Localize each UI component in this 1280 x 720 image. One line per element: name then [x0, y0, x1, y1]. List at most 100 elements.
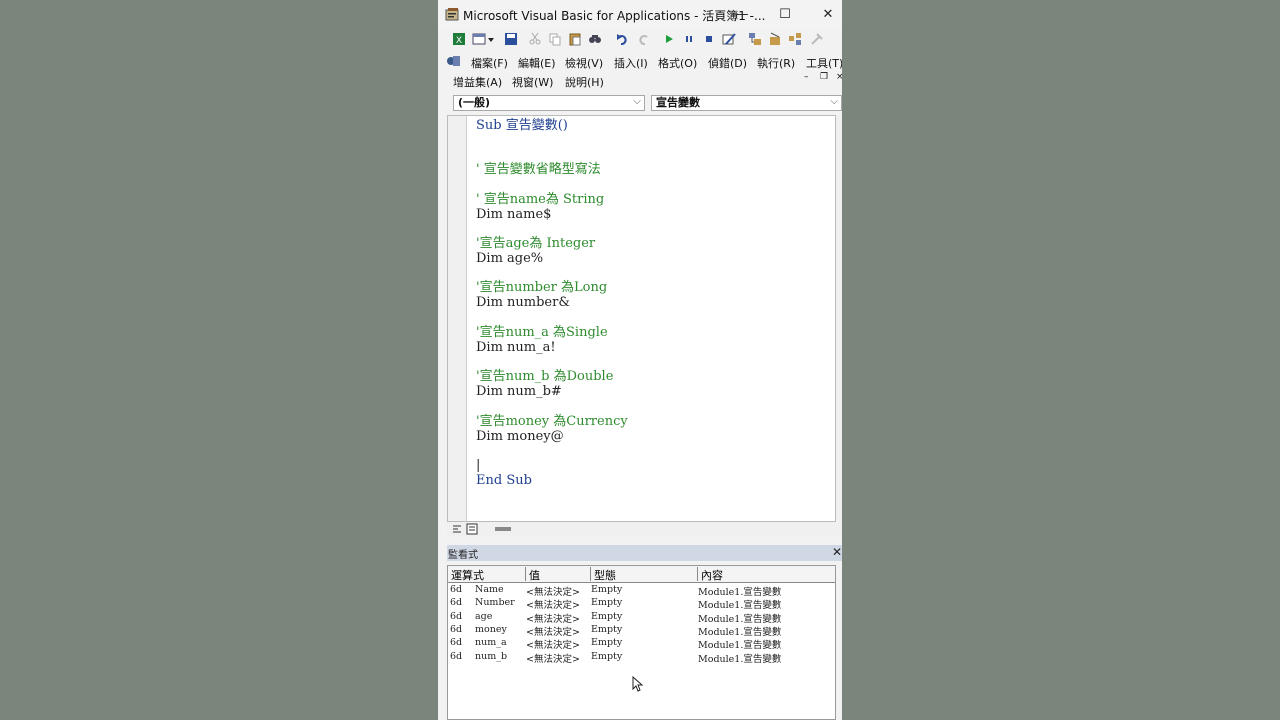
dropdown-arrow-icon[interactable] — [486, 32, 496, 46]
undo-icon[interactable] — [616, 32, 630, 46]
svg-text:X: X — [456, 36, 462, 46]
watch-row[interactable]: 6d num_a <無法決定> Empty Module1.宣告變數 — [448, 637, 835, 652]
column-header-context[interactable]: 內容 — [697, 567, 723, 582]
watch-expression: age — [475, 610, 493, 622]
mouse-pointer-icon — [632, 676, 644, 692]
excel-view-icon[interactable] — [445, 53, 461, 69]
cut-icon[interactable] — [528, 32, 542, 46]
mdi-close-icon[interactable]: × — [836, 72, 842, 82]
watch-expression: money — [475, 623, 507, 635]
menu-file[interactable]: 檔案(F) — [471, 55, 508, 71]
watch-value: <無法決定> — [526, 626, 580, 638]
close-button[interactable]: ✕ — [814, 4, 842, 24]
object-browser-icon[interactable] — [788, 32, 802, 46]
design-mode-icon[interactable] — [722, 32, 736, 46]
minimize-icon: — — [735, 6, 749, 22]
project-explorer-icon[interactable] — [748, 32, 762, 46]
code-line: '宣告num_b 為Double — [476, 369, 614, 384]
vba-app-icon — [445, 8, 459, 21]
paste-icon[interactable] — [568, 32, 582, 46]
watch-context: Module1.宣告變數 — [698, 600, 782, 612]
title-bar[interactable]: Microsoft Visual Basic for Applications … — [438, 0, 842, 28]
margin-indicator-bar[interactable] — [448, 116, 467, 521]
horizontal-scroll-thumb[interactable] — [495, 527, 511, 531]
menu-addins[interactable]: 增益集(A) — [453, 74, 502, 90]
maximize-button[interactable]: ☐ — [771, 4, 799, 24]
minimize-button[interactable]: — — [728, 4, 756, 24]
watch-expression-icon: 6d — [450, 610, 463, 622]
menu-run[interactable]: 執行(R) — [757, 55, 795, 71]
mdi-minimize-icon[interactable]: – — [804, 72, 809, 82]
code-line: '宣告number 為Long — [476, 280, 608, 295]
standard-toolbar: X — [442, 30, 842, 50]
menu-tools[interactable]: 工具(T) — [806, 55, 842, 71]
text-caret: | — [476, 458, 481, 473]
watch-context: Module1.宣告變數 — [698, 653, 782, 665]
close-icon: ✕ — [822, 6, 834, 22]
procedure-combo-value: 宣告變數 — [656, 96, 700, 109]
menu-debug[interactable]: 偵錯(D) — [708, 55, 747, 71]
toolbox-icon[interactable] — [810, 32, 824, 46]
find-icon[interactable] — [588, 32, 602, 46]
menu-bar: 檔案(F) 編輯(E) 檢視(V) 插入(I) 格式(O) 偵錯(D) 執行(R… — [442, 53, 842, 91]
watch-expression: Number — [475, 597, 515, 609]
code-line: ' 宣告name為 String — [476, 192, 605, 207]
chevron-down-icon: ⌵ — [830, 96, 838, 107]
code-line: '宣告age為 Integer — [476, 236, 596, 251]
menu-help[interactable]: 說明(H) — [565, 74, 604, 90]
watch-row[interactable]: 6d age <無法決定> Empty Module1.宣告變數 — [448, 610, 835, 625]
watch-type: Empty — [591, 610, 623, 622]
watch-row[interactable]: 6d Name <無法決定> Empty Module1.宣告變數 — [448, 584, 835, 598]
menu-view[interactable]: 檢視(V) — [565, 55, 603, 71]
watch-expression-icon: 6d — [450, 597, 463, 609]
menu-window[interactable]: 視窗(W) — [512, 74, 553, 90]
watch-type: Empty — [591, 637, 623, 649]
redo-icon[interactable] — [636, 32, 650, 46]
watch-context: Module1.宣告變數 — [698, 587, 782, 598]
watch-window-title: 監看式 — [448, 550, 478, 561]
watch-value: <無法決定> — [526, 587, 580, 598]
vba-editor-window: Microsoft Visual Basic for Applications … — [438, 0, 842, 720]
watch-type: Empty — [591, 584, 623, 595]
watch-context: Module1.宣告變數 — [698, 640, 782, 652]
watch-row[interactable]: 6d Number <無法決定> Empty Module1.宣告變數 — [448, 597, 835, 612]
menu-insert[interactable]: 插入(I) — [614, 55, 648, 71]
close-icon[interactable]: ✕ — [832, 545, 842, 559]
watch-row[interactable]: 6d num_b <無法決定> Empty Module1.宣告變數 — [448, 650, 835, 665]
column-header-value[interactable]: 值 — [525, 567, 540, 582]
watch-expression-icon: 6d — [450, 650, 463, 662]
watch-expression: num_b — [475, 650, 508, 662]
watch-expression-icon: 6d — [450, 623, 463, 635]
watch-window[interactable]: 運算式 值 型態 內容 6d Name <無法決定> Empty Module1.宣告變… — [447, 565, 836, 720]
watch-expression-icon: 6d — [450, 584, 463, 595]
save-icon[interactable] — [504, 32, 518, 46]
menu-edit[interactable]: 編輯(E) — [518, 55, 556, 71]
reset-icon[interactable] — [702, 32, 716, 46]
run-icon[interactable] — [662, 32, 676, 46]
object-combo-value: (一般) — [458, 96, 491, 109]
column-header-type[interactable]: 型態 — [590, 567, 616, 582]
procedure-view-icon[interactable] — [451, 523, 463, 535]
watch-window-header: 監看式 ✕ — [447, 545, 842, 561]
object-combo[interactable]: (一般) ⌵ — [453, 95, 645, 111]
code-editor[interactable]: Sub 宣告變數() ' 宣告變數省略型寫法 ' 宣告name為 String … — [447, 115, 836, 522]
watch-type: Empty — [591, 597, 623, 609]
procedure-combo[interactable]: 宣告變數 ⌵ — [651, 95, 842, 111]
column-header-expression[interactable]: 運算式 — [448, 567, 484, 582]
insert-module-icon[interactable] — [472, 32, 486, 46]
full-module-view-icon[interactable] — [466, 523, 478, 535]
watch-expression: Name — [475, 584, 504, 595]
excel-icon[interactable]: X — [452, 32, 466, 46]
break-icon[interactable] — [682, 32, 696, 46]
watch-context: Module1.宣告變數 — [698, 626, 782, 638]
code-line: Dim num_a! — [476, 340, 556, 355]
properties-icon[interactable] — [768, 32, 782, 46]
menu-format[interactable]: 格式(O) — [658, 55, 697, 71]
copy-icon[interactable] — [548, 32, 562, 46]
maximize-icon: ☐ — [779, 6, 791, 22]
watch-row[interactable]: 6d money <無法決定> Empty Module1.宣告變數 — [448, 623, 835, 638]
mdi-restore-icon[interactable]: ❐ — [820, 72, 828, 82]
vertical-scrollbar[interactable] — [836, 115, 842, 522]
code-line: Dim money@ — [476, 429, 564, 444]
watch-type: Empty — [591, 623, 623, 635]
